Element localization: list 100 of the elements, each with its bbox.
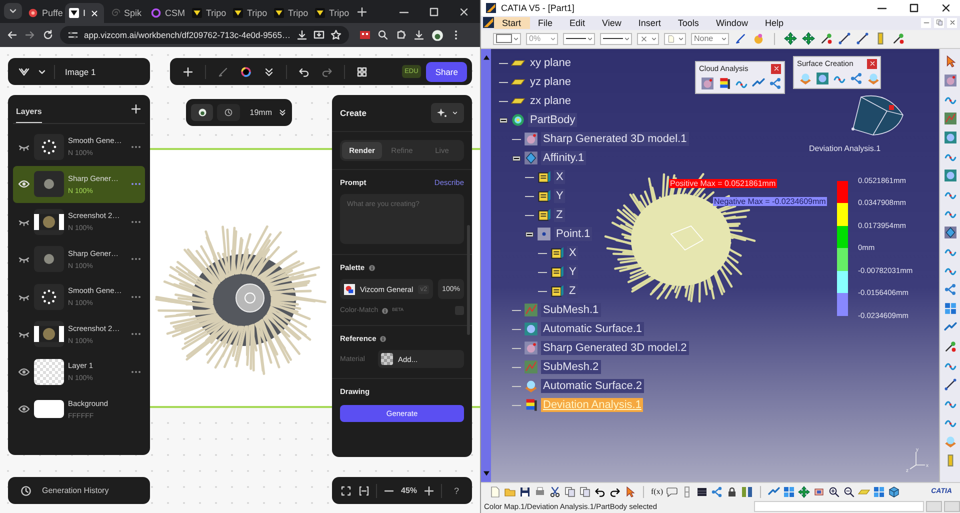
close-icon xyxy=(948,19,956,26)
browser-tab[interactable]: Tripo xyxy=(270,3,309,23)
restore-button[interactable] xyxy=(934,18,944,28)
maximize-icon xyxy=(428,6,440,18)
formula-button[interactable]: f(x) xyxy=(651,487,663,496)
tree-item[interactable]: Y xyxy=(554,189,566,204)
thickness-select[interactable] xyxy=(600,32,632,45)
tree-item[interactable]: Sharp Generated 3D model.1 xyxy=(541,132,689,146)
cube-icon xyxy=(888,486,900,498)
tree-item[interactable]: PartBody xyxy=(528,113,578,128)
menu-item[interactable]: File xyxy=(530,16,562,29)
close-icon xyxy=(772,65,780,72)
site-settings-icon xyxy=(67,29,79,41)
close-button[interactable] xyxy=(771,64,781,74)
mesh-blob-icon xyxy=(524,341,538,356)
brush-icon xyxy=(217,66,229,78)
table-icon xyxy=(696,486,708,498)
close-button[interactable] xyxy=(947,18,957,28)
share-button[interactable]: Share xyxy=(426,62,467,82)
tree-item[interactable]: SubMesh.2 xyxy=(541,360,601,374)
menu-item[interactable]: Insert xyxy=(630,16,670,29)
browser-tab[interactable]: Puffe xyxy=(24,3,63,23)
close-button[interactable] xyxy=(867,58,877,69)
tab-search-button[interactable] xyxy=(4,3,22,19)
param-icon xyxy=(550,265,564,280)
color-select[interactable] xyxy=(493,32,521,45)
tree-item[interactable]: yz plane xyxy=(528,75,573,90)
tree-item[interactable]: SubMesh.1 xyxy=(541,303,601,318)
speech-bubble-icon xyxy=(666,486,678,498)
tree-item[interactable]: Affinity.1 xyxy=(541,151,586,166)
minimize-button[interactable] xyxy=(921,18,931,28)
tree-item[interactable]: xy plane xyxy=(528,56,573,70)
menu-item[interactable]: Help xyxy=(756,16,792,29)
menu-item[interactable]: Start xyxy=(494,16,530,29)
tree-scrollbar[interactable] xyxy=(481,48,491,482)
linetype-select[interactable] xyxy=(563,32,595,45)
wire-mode-button[interactable] xyxy=(217,104,240,121)
plus-icon xyxy=(182,66,194,78)
menu-item[interactable]: View xyxy=(594,16,630,29)
color-bars-icon xyxy=(718,76,731,90)
generation-history-button[interactable]: Generation History xyxy=(8,477,150,504)
menu-item[interactable]: Window xyxy=(708,16,757,29)
command-field[interactable] xyxy=(754,501,924,512)
tree-item[interactable]: X xyxy=(554,170,566,184)
double-chevron-icon xyxy=(263,66,275,78)
submesh-icon xyxy=(944,112,956,125)
browser-tab[interactable]: Spik xyxy=(106,3,145,23)
tree-item[interactable]: Y xyxy=(567,265,578,280)
network-icon xyxy=(711,486,723,498)
layers-tab[interactable]: Layers xyxy=(16,98,42,122)
tree-item[interactable]: X xyxy=(567,246,578,260)
add-layer-icon xyxy=(130,103,142,115)
browser-tab[interactable]: Tripo xyxy=(229,3,268,23)
point-style-select[interactable] xyxy=(637,32,659,45)
menu-item[interactable]: Edit xyxy=(562,16,594,29)
flower-icon xyxy=(28,8,38,18)
tree-item[interactable]: zx plane xyxy=(528,94,573,108)
undo-icon xyxy=(298,66,310,78)
reload-icon xyxy=(42,29,54,41)
address-bar[interactable]: app.vizcom.ai/workbench/df209762-713c-4e0d-9565… xyxy=(60,26,348,44)
pin-icon xyxy=(892,32,905,46)
move-arrows-icon xyxy=(784,32,797,46)
magnifier-icon xyxy=(376,29,388,41)
drop-icon xyxy=(524,379,538,394)
help-button[interactable]: ? xyxy=(452,486,462,496)
tree-item[interactable]: Z xyxy=(554,208,565,222)
size-value[interactable]: 19mm xyxy=(250,108,272,117)
layer-thumbnail xyxy=(34,134,64,160)
tree-item[interactable]: Z xyxy=(567,284,578,298)
zoom-in-icon xyxy=(828,486,840,498)
submesh-icon xyxy=(524,360,538,374)
extension-icon xyxy=(358,29,370,41)
browser-tab[interactable]: CSM xyxy=(147,3,186,23)
menu-item[interactable]: Tools xyxy=(670,16,708,29)
tree-item[interactable]: Automatic Surface.2 xyxy=(541,379,644,394)
tree-item[interactable]: Point.1 xyxy=(554,227,592,242)
network-icon xyxy=(769,76,782,90)
param-icon xyxy=(550,284,564,298)
browser-tab[interactable]: Tripo xyxy=(188,3,227,23)
layer-select[interactable]: None xyxy=(691,32,729,45)
fit-width-icon xyxy=(358,484,370,496)
redo-icon xyxy=(321,66,333,78)
param-icon xyxy=(537,189,551,204)
browser-tab[interactable]: Tripo xyxy=(311,3,350,23)
shaded-mode-button[interactable] xyxy=(191,104,214,121)
line-tool-icon xyxy=(856,32,869,46)
positive-max-label: Positive Max = 0.0521861mm xyxy=(669,178,777,188)
zoom-in-icon xyxy=(423,484,436,496)
v-logo-icon xyxy=(69,8,79,18)
mode-menu-button[interactable] xyxy=(431,103,464,123)
tree-item[interactable]: Automatic Surface.1 xyxy=(541,322,644,336)
layer-thumbnail xyxy=(34,208,64,235)
tree-item[interactable]: Sharp Generated 3D model.2 xyxy=(541,341,689,356)
point-icon xyxy=(537,227,551,242)
split-icon xyxy=(741,486,753,498)
panel-title: Create xyxy=(340,108,366,118)
surface-blob-icon xyxy=(816,72,829,85)
page-icon xyxy=(667,34,675,43)
file-name[interactable]: Image 1 xyxy=(65,66,96,76)
browser-tab[interactable]: I xyxy=(65,3,104,23)
